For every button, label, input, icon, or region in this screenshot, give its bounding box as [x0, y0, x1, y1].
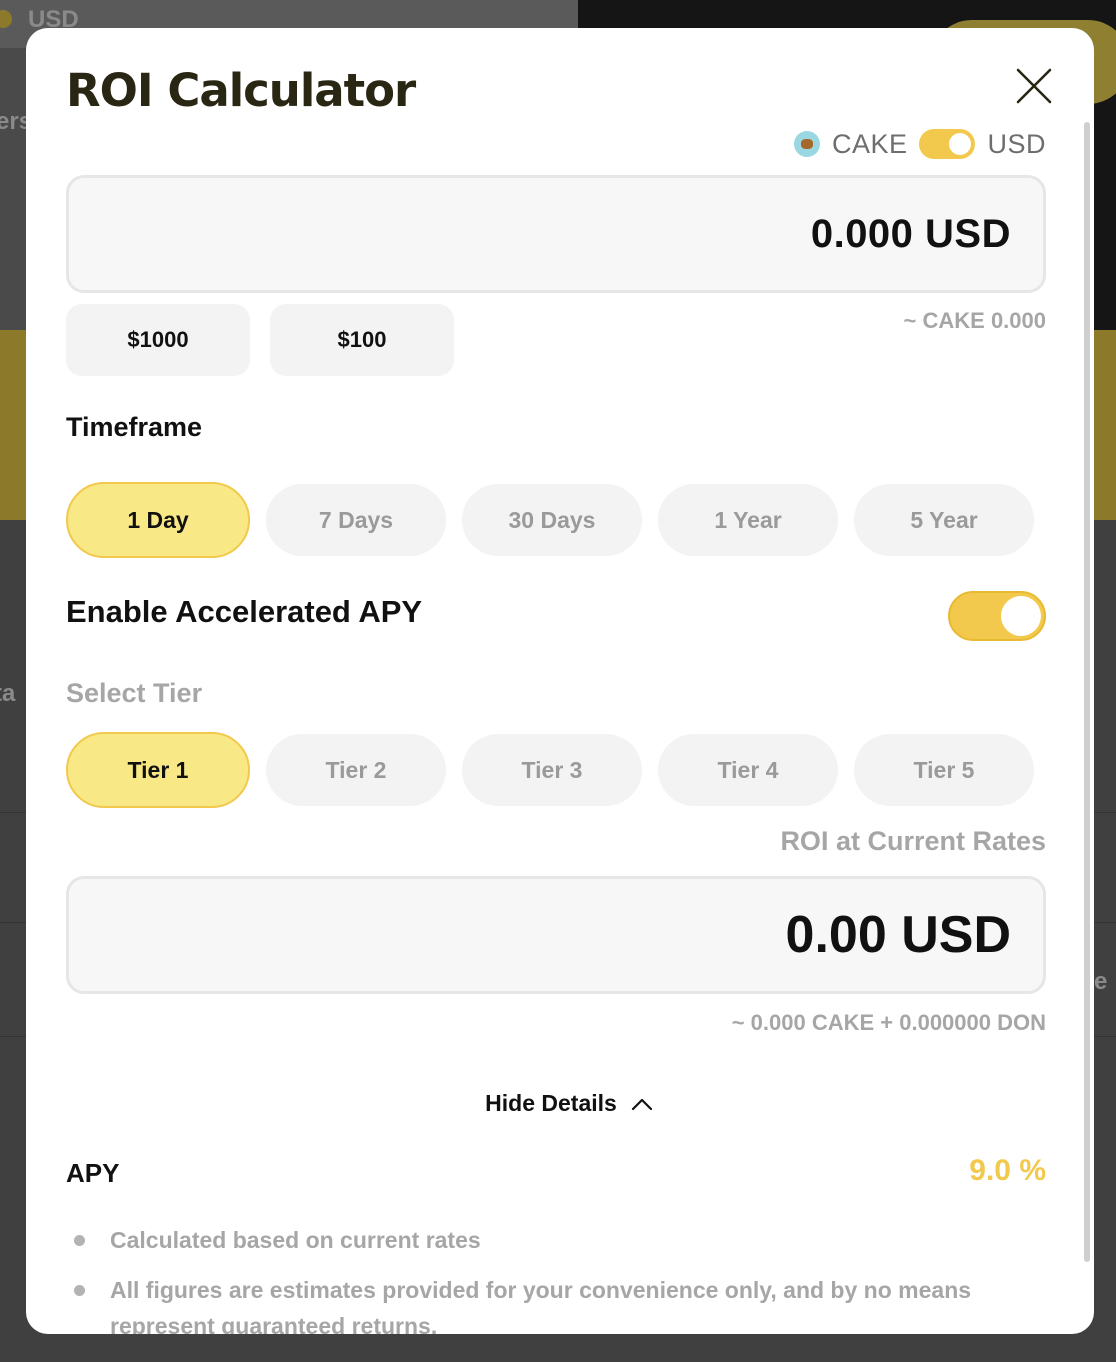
timeframe-options: 1 Day 7 Days 30 Days 1 Year 5 Year — [66, 482, 1034, 558]
roi-value: 0.00 USD — [785, 906, 1011, 964]
select-tier-label: Select Tier — [66, 678, 203, 708]
currency-toggle-row: CAKE USD — [793, 124, 1046, 164]
note-text: All figures are estimates provided for y… — [110, 1277, 972, 1334]
toggle-knob — [949, 133, 972, 155]
roi-output[interactable]: 0.00 USD — [66, 876, 1046, 994]
timeframe-5-year[interactable]: 5 Year — [854, 484, 1034, 556]
currency-label-cake: CAKE — [831, 128, 908, 159]
timeframe-1-year[interactable]: 1 Year — [658, 484, 838, 556]
roi-label: ROI at Current Rates — [780, 826, 1046, 856]
details-notes: Calculated based on current rates All fi… — [74, 1222, 994, 1334]
accelerated-apy-toggle[interactable] — [948, 591, 1046, 641]
toggle-knob — [1001, 596, 1041, 636]
apy-label: APY — [66, 1158, 120, 1188]
apy-value: 9.0 % — [969, 1154, 1046, 1187]
amount-input[interactable]: 0.000 USD — [66, 175, 1046, 293]
roi-equivalent: ~ 0.000 CAKE + 0.000000 DON — [731, 1010, 1046, 1035]
bullet-icon — [74, 1235, 85, 1246]
note-text: Calculated based on current rates — [110, 1227, 481, 1253]
quick-amount-1000-button[interactable]: $1000 — [66, 304, 250, 376]
hide-details-button[interactable]: Hide Details — [26, 1090, 1094, 1117]
cake-equivalent: ~ CAKE 0.000 — [903, 308, 1046, 333]
tier-options: Tier 1 Tier 2 Tier 3 Tier 4 Tier 5 — [66, 732, 1034, 808]
tier-1[interactable]: Tier 1 — [66, 732, 250, 808]
hide-details-label: Hide Details — [485, 1090, 617, 1116]
tier-3[interactable]: Tier 3 — [462, 734, 642, 806]
close-icon — [1016, 68, 1052, 104]
accelerated-apy-label: Enable Accelerated APY — [66, 594, 423, 629]
background-text: e — [1094, 968, 1108, 995]
timeframe-30-days[interactable]: 30 Days — [462, 484, 642, 556]
list-item: All figures are estimates provided for y… — [74, 1272, 994, 1334]
close-button[interactable] — [1014, 66, 1054, 106]
modal-title: ROI Calculator — [66, 64, 416, 117]
timeframe-1-day[interactable]: 1 Day — [66, 482, 250, 558]
tier-5[interactable]: Tier 5 — [854, 734, 1034, 806]
bullet-icon — [74, 1285, 85, 1296]
amount-value: 0.000 USD — [810, 211, 1011, 256]
tier-4[interactable]: Tier 4 — [658, 734, 838, 806]
currency-label-usd: USD — [987, 128, 1046, 159]
background-text: ta — [0, 680, 16, 707]
timeframe-label: Timeframe — [66, 412, 203, 442]
currency-toggle[interactable] — [919, 129, 976, 159]
timeframe-7-days[interactable]: 7 Days — [266, 484, 446, 556]
chevron-up-icon — [631, 1098, 652, 1110]
tier-2[interactable]: Tier 2 — [266, 734, 446, 806]
quick-amount-100-button[interactable]: $100 — [270, 304, 454, 376]
roi-calculator-modal: ROI Calculator CAKE USD 0.000 USD $1000 … — [26, 28, 1094, 1334]
list-item: Calculated based on current rates — [74, 1222, 994, 1258]
cake-token-icon — [793, 131, 820, 157]
